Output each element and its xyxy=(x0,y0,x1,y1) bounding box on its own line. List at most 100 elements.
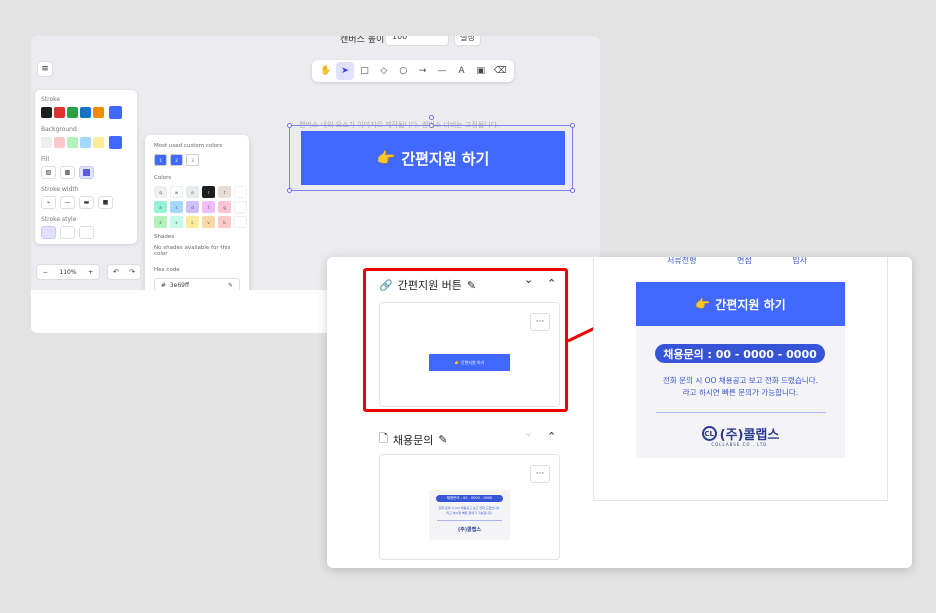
pointing-hand-icon: 👉 xyxy=(695,297,711,311)
stroke-width-option-thin[interactable]: ⌁ xyxy=(41,196,56,209)
background-swatch[interactable] xyxy=(54,137,65,148)
resize-handle-ne[interactable] xyxy=(570,123,575,128)
color-swatch[interactable]: d xyxy=(186,201,199,213)
zoom-out-button[interactable]: − xyxy=(43,269,48,276)
shades-note: No shades available for this color xyxy=(154,245,231,257)
colors-label: Colors xyxy=(154,175,172,181)
text-tool-icon[interactable]: A xyxy=(452,62,470,80)
color-swatch[interactable]: x xyxy=(170,216,183,228)
arrow-tool-icon[interactable]: → xyxy=(414,62,432,80)
resize-handle-n[interactable] xyxy=(429,123,434,128)
preview-separator xyxy=(656,412,826,413)
color-swatch[interactable]: w xyxy=(170,186,183,198)
zoom-in-button[interactable]: + xyxy=(88,269,93,276)
zoom-level[interactable]: 110% xyxy=(59,269,76,276)
fill-solid-option[interactable] xyxy=(79,166,94,179)
more-options-button[interactable]: ··· xyxy=(530,465,550,483)
chevron-up-icon[interactable]: ⌃ xyxy=(547,430,556,443)
most-used-colors-label: Most used custom colors xyxy=(154,143,223,149)
color-swatch[interactable] xyxy=(234,186,247,198)
section-header-inquiry[interactable]: 🗋 채용문의 ✎ xyxy=(379,430,448,449)
stroke-width-option-2[interactable]: ▬ xyxy=(79,196,94,209)
fill-hachure-option[interactable]: ▧ xyxy=(41,166,56,179)
resize-handle-se[interactable] xyxy=(570,188,575,193)
color-swatch[interactable]: s xyxy=(170,201,183,213)
color-swatch[interactable]: g xyxy=(218,201,231,213)
color-swatch[interactable]: c xyxy=(186,216,199,228)
color-swatch[interactable]: b xyxy=(218,216,231,228)
stroke-swatch[interactable] xyxy=(93,107,104,118)
section-title: 채용문의 xyxy=(392,433,434,447)
hex-prefix: # xyxy=(161,282,167,289)
highlight-annotation xyxy=(363,268,568,412)
most-used-color-swatch[interactable]: 1 xyxy=(154,154,167,166)
selection-box[interactable] xyxy=(287,115,575,193)
background-current-swatch[interactable] xyxy=(109,136,122,149)
background-swatch[interactable] xyxy=(67,137,78,148)
color-swatch[interactable] xyxy=(234,201,247,213)
preview-line-1: 전화 문의 시 OO 채용공고 보고 전화 드렸습니다. xyxy=(662,376,819,385)
color-swatch[interactable]: f xyxy=(202,201,215,213)
stroke-swatch[interactable] xyxy=(41,107,52,118)
ellipse-tool-icon[interactable]: ○ xyxy=(394,62,412,80)
preview-apply-button[interactable]: 👉 간편지원 하기 xyxy=(636,282,845,326)
most-used-color-swatch[interactable]: 3 xyxy=(186,154,199,166)
fill-crosshatch-option[interactable]: ▩ xyxy=(60,166,75,179)
color-swatch[interactable]: z xyxy=(154,216,167,228)
stroke-style-solid[interactable] xyxy=(41,226,56,239)
stroke-width-option-3[interactable]: ■ xyxy=(98,196,113,209)
diamond-tool-icon[interactable]: ◇ xyxy=(375,62,393,80)
menu-button[interactable]: ≡ xyxy=(37,61,53,77)
select-tool-icon[interactable]: ➤ xyxy=(336,62,355,80)
menu-icon: ≡ xyxy=(41,64,49,74)
drawing-toolbar: ✋ ➤ □ ◇ ○ → — A ▣ ⌫ xyxy=(312,60,514,82)
thumb-logo: (주)콜랩스 xyxy=(458,527,481,533)
redo-icon[interactable]: ↷ xyxy=(129,268,135,276)
color-swatch[interactable] xyxy=(234,216,247,228)
preview-nav-item: 입사 xyxy=(792,257,807,265)
resize-handle-nw[interactable] xyxy=(287,123,292,128)
color-swatch[interactable]: q xyxy=(154,186,167,198)
eraser-tool-icon[interactable]: ⌫ xyxy=(491,62,509,80)
stroke-swatch[interactable] xyxy=(80,107,91,118)
stroke-swatch[interactable] xyxy=(67,107,78,118)
document-icon: 🗋 xyxy=(379,432,388,445)
color-swatch[interactable]: a xyxy=(154,201,167,213)
eyedropper-icon[interactable]: ✎ xyxy=(228,282,233,289)
image-tool-icon[interactable]: ▣ xyxy=(472,62,490,80)
undo-icon[interactable]: ↶ xyxy=(113,268,119,276)
preview-inquiry-block: 채용문의 : 00 - 0000 - 0000 전화 문의 시 OO 채용공고 … xyxy=(636,326,845,458)
edit-icon[interactable]: ✎ xyxy=(438,433,447,446)
most-used-color-swatch[interactable]: 2 xyxy=(170,154,183,166)
color-swatch[interactable]: t xyxy=(218,186,231,198)
hex-code-label: Hex code xyxy=(154,267,180,273)
background-swatch[interactable] xyxy=(93,137,104,148)
preview-phone-pill: 채용문의 : 00 - 0000 - 0000 xyxy=(655,344,825,363)
background-label: Background xyxy=(41,126,77,133)
resize-handle-sw[interactable] xyxy=(287,188,292,193)
color-swatch[interactable]: v xyxy=(202,216,215,228)
shades-label: Shades xyxy=(154,234,175,240)
stroke-width-option-1[interactable]: — xyxy=(60,196,75,209)
background-swatch[interactable] xyxy=(41,137,52,148)
canvas-height-input[interactable]: 100 xyxy=(385,36,449,46)
color-grid: qwert asdfg zxcvb xyxy=(154,186,247,228)
chevron-down-icon[interactable]: ⌄ xyxy=(524,426,533,439)
stroke-style-dashed[interactable] xyxy=(60,226,75,239)
stroke-style-dotted[interactable] xyxy=(79,226,94,239)
stroke-current-swatch[interactable] xyxy=(109,106,122,119)
stroke-swatch[interactable] xyxy=(54,107,65,118)
set-button[interactable]: 설정 xyxy=(454,36,481,46)
color-swatch[interactable]: r xyxy=(202,186,215,198)
inquiry-thumbnail-card[interactable]: ··· 채용문의 : 00 - 0000 - 0000 전화 문의 시 OO 채… xyxy=(379,454,560,560)
stroke-width-label: Stroke width xyxy=(41,186,79,193)
stroke-style-options xyxy=(41,226,131,239)
hand-tool-icon[interactable]: ✋ xyxy=(317,62,335,80)
color-swatch[interactable]: e xyxy=(186,186,199,198)
rectangle-tool-icon[interactable]: □ xyxy=(355,62,373,80)
line-tool-icon[interactable]: — xyxy=(433,62,451,80)
rotate-handle[interactable] xyxy=(429,115,434,120)
preview-nav: 서류전형 면접 입사 xyxy=(667,257,807,266)
preview-line-2: 라고 하시면 빠른 문의가 가능합니다. xyxy=(682,388,799,397)
background-swatch[interactable] xyxy=(80,137,91,148)
